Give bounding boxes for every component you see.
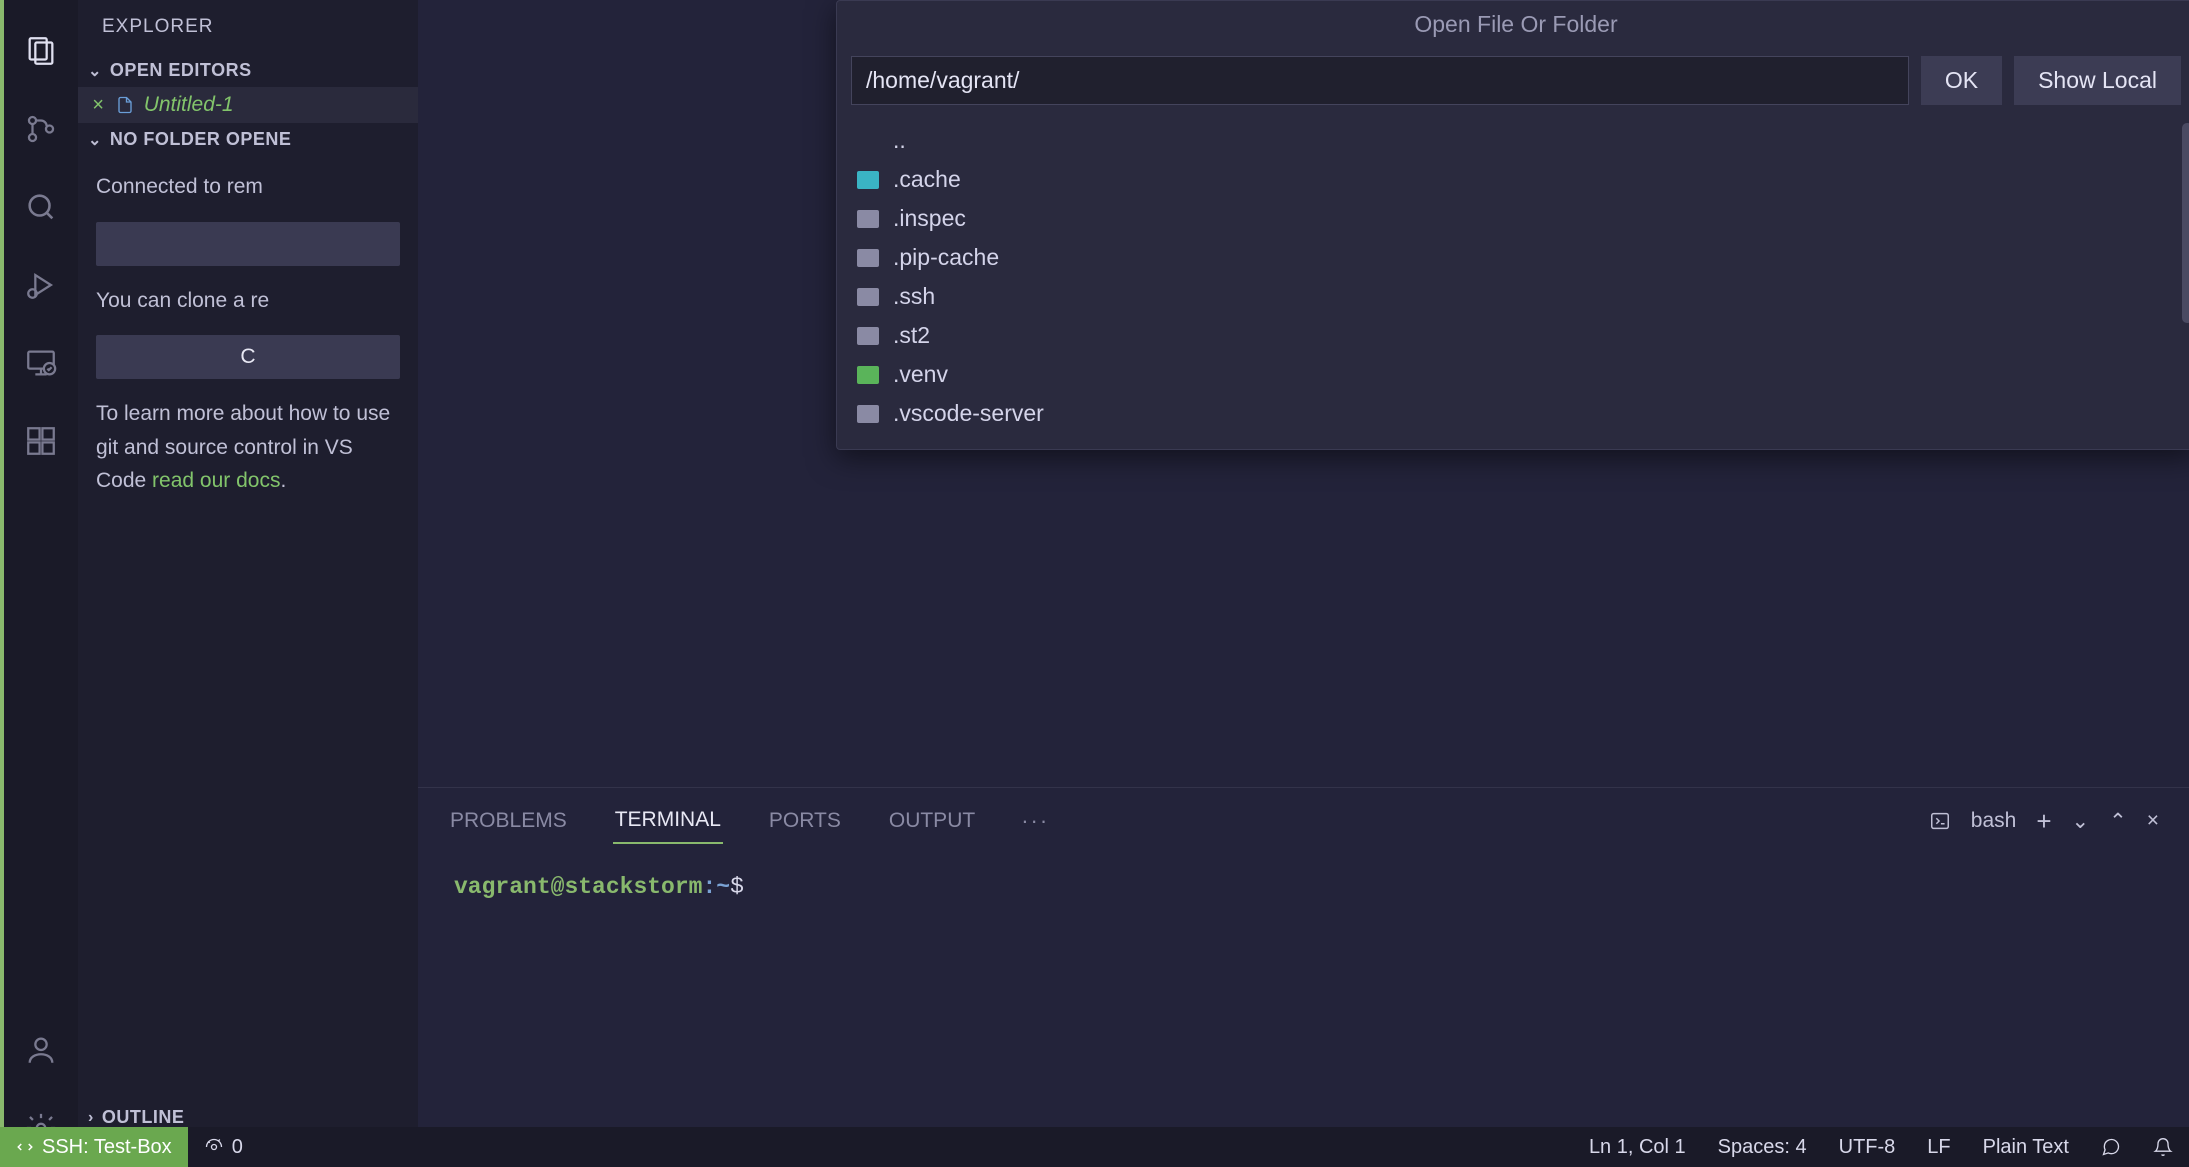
tab-problems[interactable]: PROBLEMS xyxy=(448,799,569,843)
extensions-icon[interactable] xyxy=(20,420,62,462)
path-input[interactable] xyxy=(851,56,1909,105)
chevron-down-icon: ⌄ xyxy=(88,130,102,150)
list-item[interactable]: .cache xyxy=(851,160,2181,199)
tab-terminal[interactable]: TERMINAL xyxy=(613,798,723,844)
activity-bar xyxy=(0,0,78,1167)
learn-more-text: To learn more about how to use git and s… xyxy=(96,397,400,498)
panel-tabs: PROBLEMS TERMINAL PORTS OUTPUT ··· bash … xyxy=(418,788,2189,854)
list-item[interactable]: .st2 xyxy=(851,316,2181,355)
explorer-icon[interactable] xyxy=(20,30,62,72)
explorer-sidebar: EXPLORER ⌄ OPEN EDITORS × Untitled-1 ⌄ N… xyxy=(78,0,418,1167)
folder-icon xyxy=(857,210,879,228)
dialog-title: Open File Or Folder xyxy=(837,1,2189,48)
tab-ports[interactable]: PORTS xyxy=(767,799,843,843)
show-local-button[interactable]: Show Local xyxy=(2014,56,2181,105)
account-icon[interactable] xyxy=(20,1029,62,1071)
remote-explorer-icon[interactable] xyxy=(20,342,62,384)
panel-maximize-icon[interactable]: ⌃ xyxy=(2109,809,2127,834)
terminal-shell-icon xyxy=(1929,810,1951,832)
search-icon[interactable] xyxy=(20,186,62,228)
connected-text: Connected to rem xyxy=(96,170,400,204)
terminal-shell-name[interactable]: bash xyxy=(1971,809,2017,833)
clone-repo-button[interactable]: C xyxy=(96,335,400,379)
eol-status[interactable]: LF xyxy=(1911,1136,1966,1159)
ok-button[interactable]: OK xyxy=(1921,56,2002,105)
list-item[interactable]: .vscode-server xyxy=(851,394,2181,433)
scrollbar-thumb[interactable] xyxy=(2182,123,2189,323)
chevron-right-icon: › xyxy=(88,1109,94,1127)
ports-status[interactable]: 0 xyxy=(188,1136,259,1159)
clone-text: You can clone a re xyxy=(96,284,400,318)
list-item[interactable]: .. xyxy=(851,121,2181,160)
indentation-status[interactable]: Spaces: 4 xyxy=(1702,1136,1823,1159)
list-item[interactable]: .venv xyxy=(851,355,2181,394)
source-control-icon[interactable] xyxy=(20,108,62,150)
panel: PROBLEMS TERMINAL PORTS OUTPUT ··· bash … xyxy=(418,787,2189,1167)
tab-output[interactable]: OUTPUT xyxy=(887,799,977,843)
run-debug-icon[interactable] xyxy=(20,264,62,306)
editor-group: ··· Start typing ain. PROBLEMS TERMINAL … xyxy=(418,0,2189,1167)
file-list: .. .cache .inspec .pip-cache .ssh xyxy=(837,117,2189,449)
panel-more-icon[interactable]: ··· xyxy=(1021,808,1049,834)
encoding-status[interactable]: UTF-8 xyxy=(1823,1136,1912,1159)
terminal-dropdown-icon[interactable]: ⌄ xyxy=(2072,809,2090,834)
list-item[interactable]: .ssh xyxy=(851,277,2181,316)
remote-indicator[interactable]: SSH: Test-Box xyxy=(0,1127,188,1167)
new-terminal-icon[interactable]: + xyxy=(2036,806,2051,837)
folder-icon xyxy=(857,405,879,423)
status-bar: SSH: Test-Box 0 Ln 1, Col 1 Spaces: 4 UT… xyxy=(0,1127,2189,1167)
open-file-dialog: Open File Or Folder OK Show Local .. .ca… xyxy=(836,0,2189,450)
terminal[interactable]: vagrant@stackstorm:~$ xyxy=(418,854,2189,1167)
open-editors-header[interactable]: ⌄ OPEN EDITORS xyxy=(78,54,418,87)
close-icon[interactable]: × xyxy=(92,94,104,117)
file-icon xyxy=(116,94,134,116)
folder-icon xyxy=(857,249,879,267)
read-docs-link[interactable]: read our docs xyxy=(152,469,280,492)
folder-icon xyxy=(857,288,879,306)
feedback-icon[interactable] xyxy=(2085,1137,2137,1157)
cursor-position[interactable]: Ln 1, Col 1 xyxy=(1573,1136,1702,1159)
notifications-icon[interactable] xyxy=(2137,1137,2189,1157)
folder-icon xyxy=(857,171,879,189)
panel-close-icon[interactable]: × xyxy=(2147,809,2159,833)
list-item[interactable]: .inspec xyxy=(851,199,2181,238)
folder-icon xyxy=(857,327,879,345)
open-folder-button[interactable] xyxy=(96,222,400,266)
chevron-down-icon: ⌄ xyxy=(88,61,102,81)
folder-icon xyxy=(857,366,879,384)
list-item[interactable]: .pip-cache xyxy=(851,238,2181,277)
no-folder-header[interactable]: ⌄ NO FOLDER OPENE xyxy=(78,123,418,156)
no-folder-body: Connected to rem You can clone a re C To… xyxy=(78,156,418,512)
open-editor-item[interactable]: × Untitled-1 xyxy=(78,87,418,123)
language-mode[interactable]: Plain Text xyxy=(1967,1136,2085,1159)
sidebar-title: EXPLORER xyxy=(78,0,418,54)
